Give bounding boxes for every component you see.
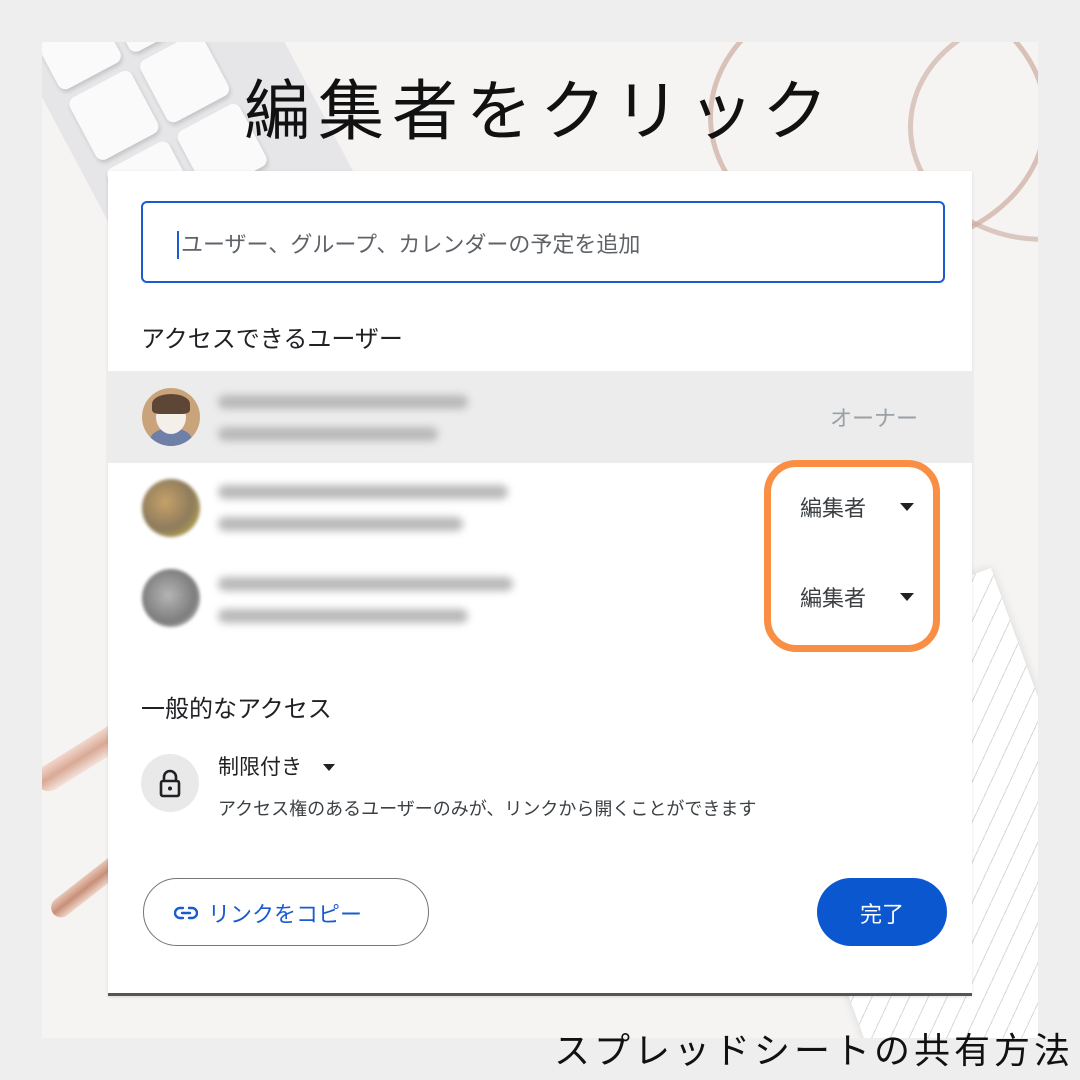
done-label: 完了 — [859, 903, 904, 928]
blurred-avatar — [142, 569, 200, 627]
search-input[interactable]: ユーザー、グループ、カレンダーの予定を追加 — [141, 201, 945, 283]
owner-role-label: オーナー — [830, 407, 919, 432]
blurred-avatar — [142, 479, 200, 537]
avatar — [142, 388, 200, 446]
copy-link-label: リンクをコピー — [208, 903, 363, 928]
lock-icon — [141, 754, 199, 812]
people-row-owner: オーナー — [108, 371, 972, 463]
footer-caption: スプレッドシートの共有方法 — [553, 1031, 1074, 1072]
text-cursor — [177, 231, 179, 259]
general-access-title: 一般的なアクセス — [141, 695, 332, 723]
share-dialog: ユーザー、グループ、カレンダーの予定を追加 アクセスできるユーザー オーナー 編… — [108, 171, 972, 996]
key-label: delete — [42, 42, 78, 44]
link-icon — [174, 906, 198, 920]
people-section-title: アクセスできるユーザー — [141, 325, 403, 353]
general-access-description: アクセス権のあるユーザーのみが、リンクから開くことができます — [218, 799, 757, 820]
blurred-name — [218, 395, 468, 409]
headline: 編集者をクリック — [244, 73, 836, 150]
general-access-level: 制限付き — [218, 755, 302, 779]
general-access-dropdown[interactable]: 制限付き — [218, 751, 335, 781]
blurred-email — [218, 517, 463, 531]
avatar-hair — [152, 394, 190, 414]
blurred-name — [218, 485, 508, 499]
blurred-email — [218, 427, 438, 441]
highlight-frame — [764, 460, 940, 652]
search-placeholder: ユーザー、グループ、カレンダーの予定を追加 — [181, 233, 641, 258]
copy-link-button[interactable]: リンクをコピー — [143, 878, 429, 946]
blurred-email — [218, 609, 468, 623]
done-button[interactable]: 完了 — [817, 878, 947, 946]
chevron-down-icon — [322, 764, 335, 771]
blurred-name — [218, 577, 513, 591]
